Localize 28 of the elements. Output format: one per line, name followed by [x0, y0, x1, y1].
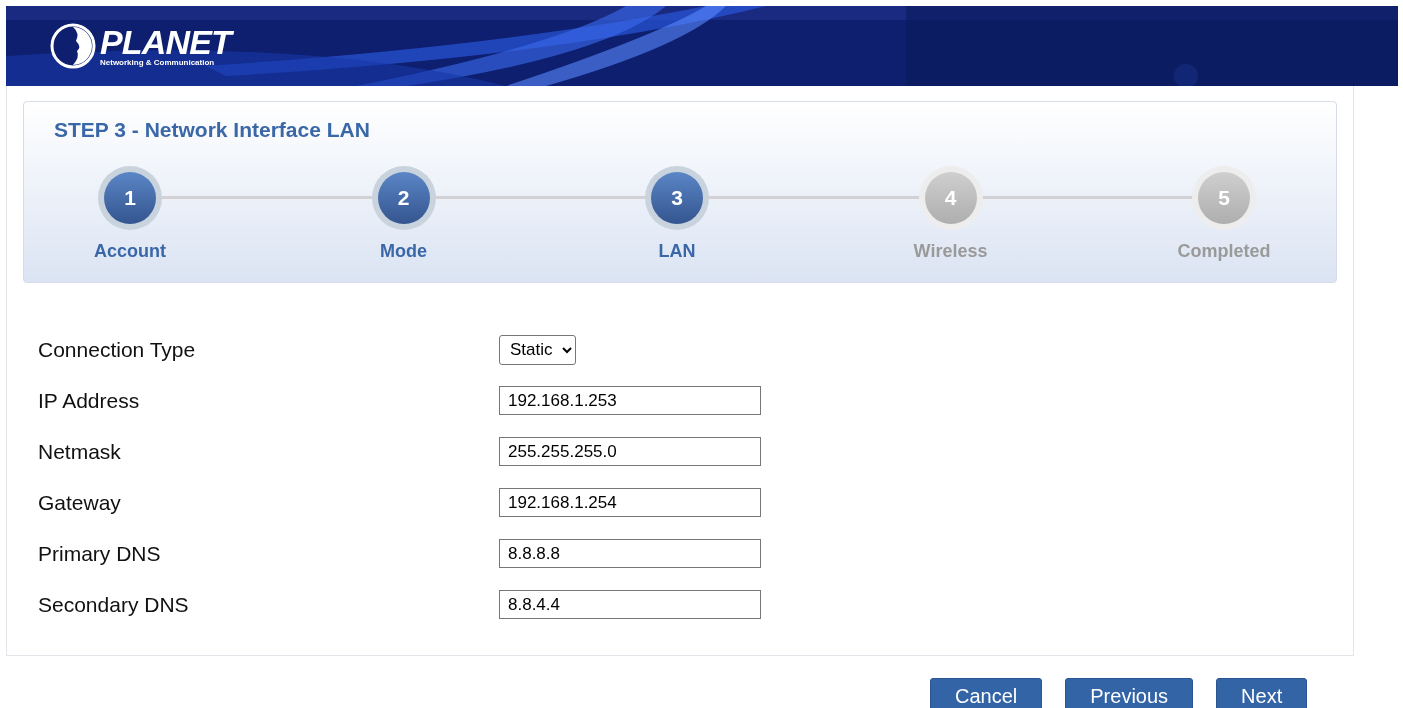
connection-type-select[interactable]: Static	[499, 334, 576, 365]
step-number: 2	[377, 172, 430, 224]
field-label: Gateway	[38, 489, 122, 516]
field-label: IP Address	[38, 387, 141, 414]
step-label: Completed	[1177, 240, 1271, 263]
wizard-button[interactable]: Cancel	[930, 678, 1043, 708]
input-field[interactable]: 192.168.1.253	[499, 386, 761, 415]
wizard-button[interactable]: Next	[1216, 678, 1308, 708]
field-label: Connection Type	[38, 336, 197, 363]
step-label: Wireless	[913, 240, 988, 263]
input-field[interactable]: 8.8.4.4	[499, 590, 761, 619]
input-field[interactable]: 192.168.1.254	[499, 488, 761, 517]
input-field[interactable]: 255.255.255.0	[499, 437, 761, 466]
step-label: LAN	[658, 240, 696, 263]
field-label: Primary DNS	[38, 540, 162, 567]
field-label: Secondary DNS	[38, 591, 190, 618]
logo-icon	[50, 23, 96, 69]
step-label: Account	[94, 240, 166, 263]
input-field[interactable]: 8.8.8.8	[499, 539, 761, 568]
step-number: 4	[924, 172, 977, 224]
logo-tagline: Networking & Communication	[100, 59, 216, 67]
step-number: 3	[651, 172, 703, 224]
step-label: Mode	[380, 240, 427, 263]
step-number: 5	[1198, 172, 1250, 224]
step-number: 1	[104, 172, 156, 224]
field-label: Netmask	[38, 438, 122, 465]
wizard-button[interactable]: Previous	[1065, 678, 1194, 708]
wizard-title: STEP 3 - Network Interface LAN	[53, 117, 371, 143]
